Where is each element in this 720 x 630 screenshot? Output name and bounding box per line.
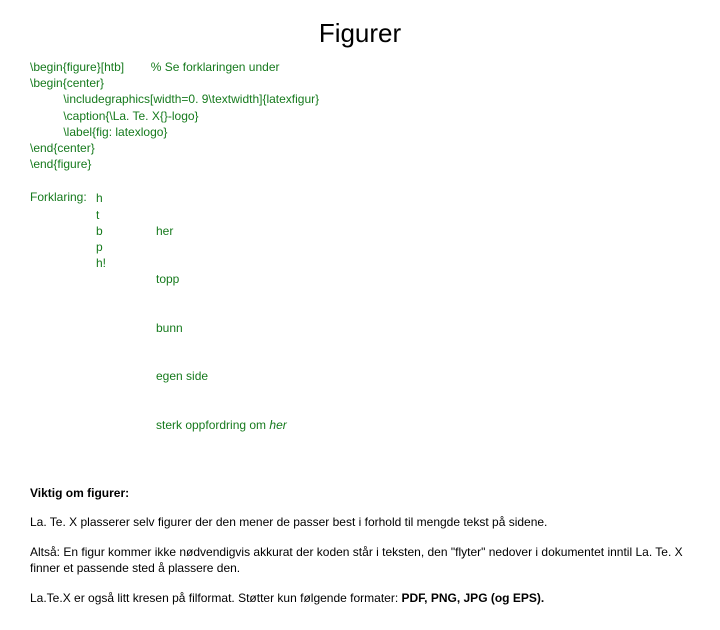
fk-mean-row: her [156, 223, 287, 239]
important-heading: Viktig om figurer: [30, 486, 690, 500]
page-title: Figurer [30, 18, 690, 49]
forklaring-label: Forklaring: [30, 190, 96, 465]
fk-mean-row: egen side [156, 368, 287, 384]
code-block: \begin{figure}[htb] % Se forklaringen un… [30, 59, 690, 172]
slide: Figurer \begin{figure}[htb] % Se forklar… [0, 0, 720, 630]
fk-mean-row: bunn [156, 320, 287, 336]
forklaring-meanings: her topp bunn egen side sterk oppfordrin… [156, 190, 287, 465]
paragraph: La. Te. X plasserer selv figurer der den… [30, 514, 690, 530]
paragraph: Altså: En figur kommer ikke nødvendigvis… [30, 544, 690, 576]
formats-bold: PDF, PNG, JPG (og EPS). [402, 591, 545, 605]
paragraph: La.Te.X er også litt kresen på filformat… [30, 590, 690, 606]
forklaring-table: Forklaring: h t b p h! her topp bunn ege… [30, 190, 690, 465]
forklaring-codes: h t b p h! [96, 190, 156, 465]
fk-mean-row: sterk oppfordring om her [156, 417, 287, 433]
fk-mean-row: topp [156, 271, 287, 287]
